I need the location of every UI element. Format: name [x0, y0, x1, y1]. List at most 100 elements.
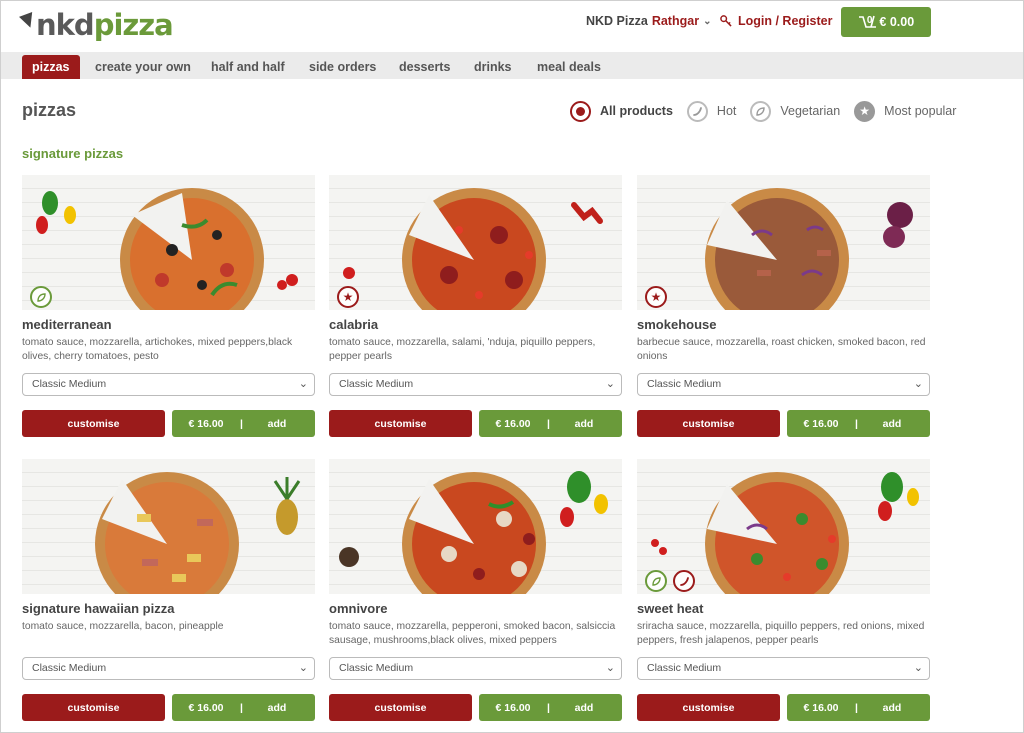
- section-title: signature pizzas: [22, 146, 124, 161]
- add-label: add: [574, 417, 594, 430]
- cart-button[interactable]: 0 € 0.00: [841, 7, 931, 37]
- size-select[interactable]: Classic Medium ⌄: [329, 657, 622, 680]
- leaf-icon: [750, 100, 772, 122]
- add-to-cart-button[interactable]: € 16.00 | add: [787, 410, 930, 437]
- customise-button[interactable]: customise: [22, 410, 165, 437]
- chevron-down-icon: ⌄: [913, 378, 923, 390]
- product-description: tomato sauce, mozzarella, salami, 'nduja…: [329, 337, 596, 362]
- chevron-down-icon: ⌄: [605, 378, 615, 390]
- chevron-down-icon: ⌄: [605, 662, 615, 674]
- customise-button[interactable]: customise: [22, 694, 165, 721]
- chevron-down-icon: ⌄: [913, 662, 923, 674]
- tab-half-and-half[interactable]: half and half: [201, 55, 295, 79]
- size-select[interactable]: Classic Medium ⌄: [22, 373, 315, 396]
- logo-text-pizza: pizza: [93, 8, 174, 42]
- product-price: € 16.00: [803, 701, 839, 714]
- pizza-image[interactable]: [637, 459, 930, 594]
- add-label: add: [267, 701, 287, 714]
- product-price: € 16.00: [495, 417, 531, 430]
- add-to-cart-button[interactable]: € 16.00 | add: [479, 410, 622, 437]
- add-label: add: [267, 417, 287, 430]
- filter-vegetarian[interactable]: Vegetarian: [750, 100, 840, 122]
- tab-desserts[interactable]: desserts: [389, 55, 460, 79]
- add-label: add: [882, 417, 902, 430]
- pizza-illustration: [343, 188, 603, 310]
- cart-count: 0: [866, 14, 873, 26]
- tab-side-orders[interactable]: side orders: [299, 55, 386, 79]
- leaf-icon: [30, 286, 52, 308]
- size-select-value: Classic Medium: [32, 662, 107, 674]
- product-name[interactable]: signature hawaiian pizza: [22, 601, 174, 616]
- filter-most-popular[interactable]: ★ Most popular: [854, 100, 956, 122]
- pizza-image[interactable]: ★: [637, 175, 930, 310]
- chevron-down-icon: ⌄: [298, 662, 308, 674]
- filter-label: Hot: [716, 104, 737, 118]
- cart-total: € 0.00: [879, 15, 915, 29]
- pizza-illustration: [705, 188, 913, 310]
- chevron-down-icon: ⌄: [703, 15, 712, 27]
- star-icon: ★: [337, 286, 359, 308]
- pizza-image[interactable]: [329, 459, 622, 594]
- pizza-illustration: [339, 471, 608, 594]
- size-select-value: Classic Medium: [647, 378, 722, 390]
- customise-button[interactable]: customise: [329, 410, 472, 437]
- tab-create-your-own[interactable]: create your own: [85, 55, 201, 79]
- leaf-icon: [645, 570, 667, 592]
- category-nav: pizzas create your own half and half sid…: [1, 52, 1023, 79]
- star-icon: ★: [854, 100, 876, 122]
- add-label: add: [882, 701, 902, 714]
- tab-pizzas[interactable]: pizzas: [22, 55, 80, 79]
- store-brand: NKD Pizza: [586, 14, 648, 28]
- store-location: Rathgar: [651, 14, 700, 28]
- product-filters: All products Hot Vegetarian ★ Most popul…: [570, 100, 956, 122]
- product-name[interactable]: omnivore: [329, 601, 388, 616]
- customise-button[interactable]: customise: [637, 410, 780, 437]
- store-selector[interactable]: NKD Pizza Rathgar ⌄: [586, 14, 711, 28]
- customise-button[interactable]: customise: [637, 694, 780, 721]
- product-price: € 16.00: [803, 417, 839, 430]
- size-select-value: Classic Medium: [339, 662, 414, 674]
- login-register-label: Login / Register: [738, 14, 833, 28]
- size-select-value: Classic Medium: [339, 378, 414, 390]
- add-to-cart-button[interactable]: € 16.00 | add: [787, 694, 930, 721]
- login-register-link[interactable]: Login / Register: [720, 14, 832, 28]
- pizza-illustration: [36, 188, 298, 310]
- product-name[interactable]: calabria: [329, 317, 378, 332]
- filter-label: All products: [600, 104, 673, 118]
- site-header: nkd pizza NKD Pizza Rathgar ⌄ Login / Reg…: [1, 1, 1023, 51]
- product-description: sriracha sauce, mozzarella, piquillo pep…: [637, 621, 925, 646]
- chili-icon: [686, 100, 708, 122]
- tab-meal-deals[interactable]: meal deals: [527, 55, 611, 79]
- size-select[interactable]: Classic Medium ⌄: [637, 657, 930, 680]
- size-select[interactable]: Classic Medium ⌄: [329, 373, 622, 396]
- product-price: € 16.00: [188, 701, 224, 714]
- add-to-cart-button[interactable]: € 16.00 | add: [479, 694, 622, 721]
- add-to-cart-button[interactable]: € 16.00 | add: [172, 410, 315, 437]
- radio-selected-icon: [570, 100, 591, 122]
- customise-button[interactable]: customise: [329, 694, 472, 721]
- product-description: tomato sauce, mozzarella, bacon, pineapp…: [22, 621, 224, 632]
- pizza-slice-logo-icon: [19, 12, 37, 30]
- product-price: € 16.00: [188, 417, 224, 430]
- page-title: pizzas: [22, 100, 77, 120]
- key-icon: [720, 15, 732, 27]
- size-select[interactable]: Classic Medium ⌄: [637, 373, 930, 396]
- add-to-cart-button[interactable]: € 16.00 | add: [172, 694, 315, 721]
- page-frame: nkd pizza NKD Pizza Rathgar ⌄ Login / Reg…: [0, 0, 1024, 733]
- product-name[interactable]: sweet heat: [637, 601, 703, 616]
- size-select[interactable]: Classic Medium ⌄: [22, 657, 315, 680]
- chevron-down-icon: ⌄: [298, 378, 308, 390]
- tab-drinks[interactable]: drinks: [464, 55, 522, 79]
- nkdpizza-logo[interactable]: nkd pizza: [19, 6, 174, 42]
- size-select-value: Classic Medium: [647, 662, 722, 674]
- product-description: tomato sauce, mozzarella, artichokes, mi…: [22, 337, 293, 362]
- pizza-image[interactable]: [22, 459, 315, 594]
- pizza-image[interactable]: [22, 175, 315, 310]
- filter-hot[interactable]: Hot: [686, 100, 737, 122]
- product-price: € 16.00: [495, 701, 531, 714]
- product-name[interactable]: mediterranean: [22, 317, 112, 332]
- product-name[interactable]: smokehouse: [637, 317, 716, 332]
- pizza-image[interactable]: ★: [329, 175, 622, 310]
- product-description: barbecue sauce, mozzarella, roast chicke…: [637, 337, 926, 362]
- filter-all-products[interactable]: All products: [570, 100, 673, 122]
